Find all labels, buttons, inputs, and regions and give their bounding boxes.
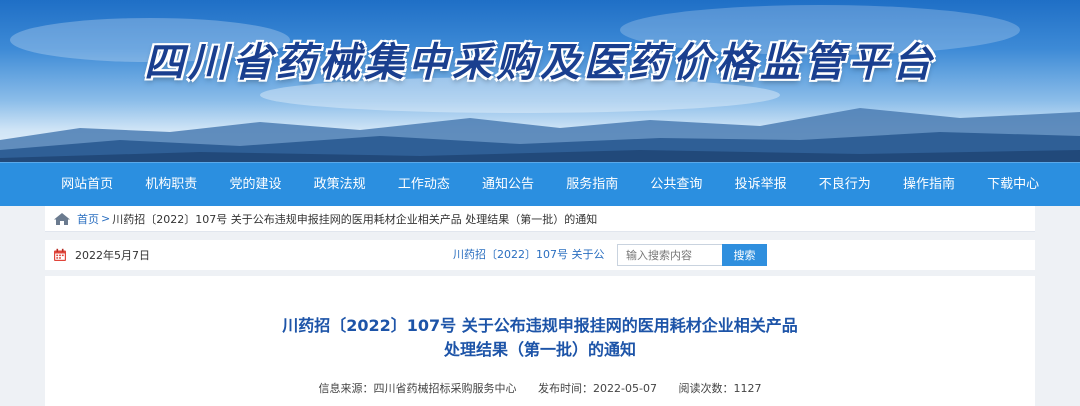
nav-item-operation-guide[interactable]: 操作指南 — [887, 163, 971, 206]
nav-item-policies[interactable]: 政策法规 — [298, 163, 382, 206]
nav-item-service-guide[interactable]: 服务指南 — [550, 163, 634, 206]
search-input[interactable] — [617, 244, 723, 266]
nav-item-news[interactable]: 工作动态 — [382, 163, 466, 206]
article-title-line1: 川药招〔2022〕107号 关于公布违规申报挂网的医用耗材企业相关产品 — [282, 316, 798, 335]
date-search-bar: 2022年5月7日 川药招〔2022〕107号 关于公布违规申报挂网的医用耗材企… — [45, 240, 1035, 270]
news-ticker-text[interactable]: 川药招〔2022〕107号 关于公布违规申报挂网的医用耗材企业相关产品 处理结果… — [453, 248, 605, 261]
home-icon — [54, 212, 70, 225]
nav-item-responsibilities[interactable]: 机构职责 — [129, 163, 213, 206]
news-ticker[interactable]: 川药招〔2022〕107号 关于公布违规申报挂网的医用耗材企业相关产品 处理结果… — [453, 240, 605, 270]
breadcrumb: 首页 > 川药招〔2022〕107号 关于公布违规申报挂网的医用耗材企业相关产品… — [45, 206, 1035, 232]
article-title-line2: 处理结果（第一批）的通知 — [443, 340, 636, 359]
nav-item-downloads[interactable]: 下载中心 — [971, 163, 1055, 206]
breadcrumb-separator: > — [101, 212, 111, 225]
site-banner: 四川省药械集中采购及医药价格监管平台 — [0, 0, 1080, 162]
article-title: 川药招〔2022〕107号 关于公布违规申报挂网的医用耗材企业相关产品 处理结果… — [45, 314, 1035, 362]
article-view-count: 阅读次数：1127 — [678, 382, 762, 395]
breadcrumb-home-link[interactable]: 首页 — [77, 211, 99, 227]
nav-item-party-building[interactable]: 党的建设 — [213, 163, 297, 206]
nav-item-bad-behavior[interactable]: 不良行为 — [803, 163, 887, 206]
article-publish-time: 发布时间：2022-05-07 — [538, 382, 657, 395]
main-nav: 网站首页 机构职责 党的建设 政策法规 工作动态 通知公告 服务指南 公共查询 … — [0, 162, 1080, 206]
nav-item-public-query[interactable]: 公共查询 — [634, 163, 718, 206]
current-date: 2022年5月7日 — [75, 249, 150, 262]
nav-item-notices[interactable]: 通知公告 — [466, 163, 550, 206]
article-source: 信息来源：四川省药械招标采购服务中心 — [318, 382, 517, 395]
article-panel: 川药招〔2022〕107号 关于公布违规申报挂网的医用耗材企业相关产品 处理结果… — [45, 276, 1035, 406]
nav-item-complaints[interactable]: 投诉举报 — [719, 163, 803, 206]
calendar-icon — [54, 248, 66, 261]
site-title: 四川省药械集中采购及医药价格监管平台 — [144, 39, 936, 86]
article-meta: 信息来源：四川省药械招标采购服务中心 发布时间：2022-05-07 阅读次数：… — [45, 380, 1035, 396]
search-button[interactable]: 搜索 — [722, 244, 767, 266]
nav-item-home[interactable]: 网站首页 — [45, 163, 129, 206]
breadcrumb-current: 川药招〔2022〕107号 关于公布违规申报挂网的医用耗材企业相关产品 处理结果… — [112, 212, 598, 226]
